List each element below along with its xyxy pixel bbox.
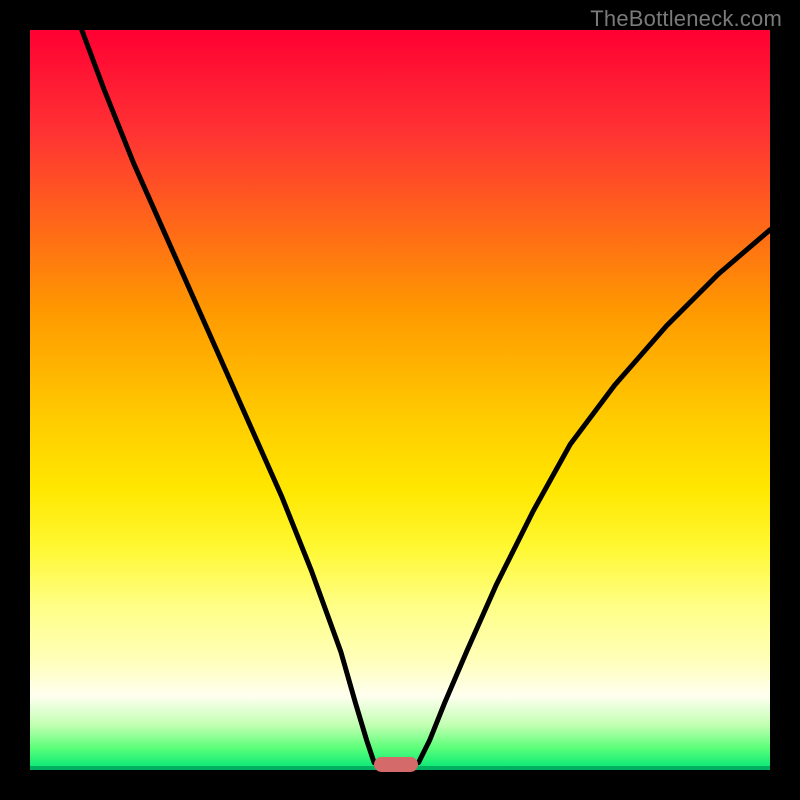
- left-arm-curve: [82, 30, 374, 763]
- right-arm-curve: [419, 230, 771, 763]
- vertex-marker: [374, 757, 418, 772]
- watermark-text: TheBottleneck.com: [590, 6, 782, 32]
- curve-layer: [30, 30, 770, 770]
- frame: TheBottleneck.com: [0, 0, 800, 800]
